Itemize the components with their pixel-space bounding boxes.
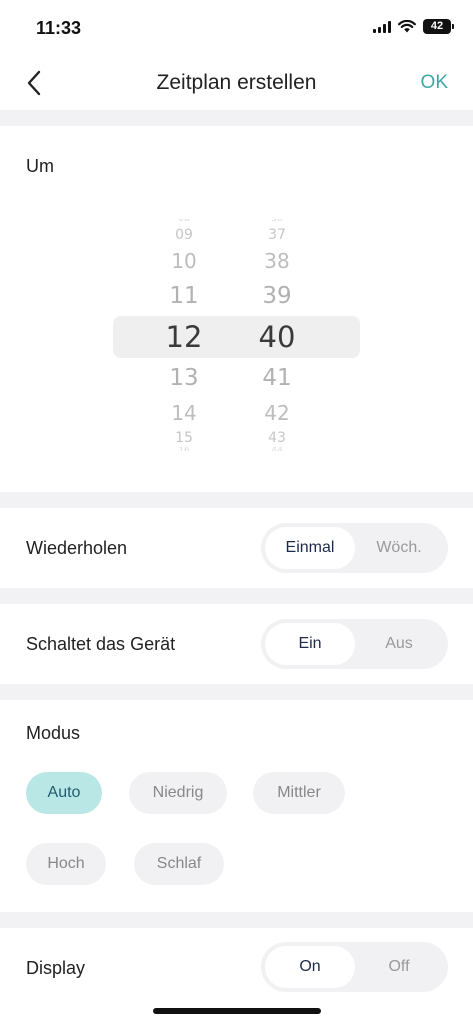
hour-option-16[interactable]: 16	[144, 447, 224, 452]
mode-label: Modus	[26, 723, 81, 743]
status-time: 11:33	[36, 18, 82, 38]
time-label: Um	[26, 156, 54, 176]
minute-option-38[interactable]: 38	[237, 251, 317, 271]
minute-option-36[interactable]: 36	[237, 219, 317, 224]
minute-wheel[interactable]: 36 37 38 39 40 41 42 43 44	[237, 126, 317, 492]
minute-option-40: 40	[258, 322, 296, 352]
hour-option-15[interactable]: 15	[144, 431, 224, 445]
cellular-signal-icon	[373, 20, 391, 33]
hour-option-12: 12	[165, 322, 203, 352]
repeat-toggle[interactable]: Einmal Wöch.	[261, 523, 448, 573]
switch-option-off[interactable]: Aus	[354, 623, 444, 665]
minute-option-43[interactable]: 43	[237, 431, 317, 445]
battery-level: 42	[430, 20, 444, 32]
status-bar: 11:33 42	[0, 0, 473, 58]
mode-chip-low[interactable]: Niedrig	[129, 772, 227, 814]
hour-option-14[interactable]: 14	[144, 403, 224, 423]
mode-card: Modus Auto Niedrig Mittler Hoch Schlaf	[0, 700, 473, 912]
ok-button[interactable]: OK	[421, 72, 448, 94]
repeat-option-weekly[interactable]: Wöch.	[354, 527, 444, 569]
mode-chip-high[interactable]: Hoch	[26, 843, 106, 885]
mode-chip-auto[interactable]: Auto	[26, 772, 102, 814]
status-icons: 42	[373, 19, 454, 34]
switch-device-row: Schaltet das Gerät Ein Aus	[0, 604, 473, 684]
hour-option-08[interactable]: 08	[144, 219, 224, 224]
minute-option-37[interactable]: 37	[237, 228, 317, 242]
hour-option-11[interactable]: 11	[144, 285, 224, 308]
hour-option-10[interactable]: 10	[144, 251, 224, 271]
switch-device-label: Schaltet das Gerät	[26, 634, 176, 654]
switch-device-toggle[interactable]: Ein Aus	[261, 619, 448, 669]
switch-option-on[interactable]: Ein	[265, 623, 355, 665]
hour-option-09[interactable]: 09	[144, 228, 224, 242]
display-label: Display	[26, 958, 86, 978]
display-option-on[interactable]: On	[265, 946, 355, 988]
hour-option-13[interactable]: 13	[144, 367, 224, 390]
page-title: Zeitplan erstellen	[156, 71, 317, 94]
time-picker-card: Um 08 09 10 11 12 13 14 15 16 36 37 38 39 40 41 42 43 44	[0, 126, 473, 492]
minute-option-41[interactable]: 41	[237, 367, 317, 390]
battery-icon: 42	[423, 19, 454, 34]
home-indicator	[153, 1008, 321, 1014]
hour-wheel[interactable]: 08 09 10 11 12 13 14 15 16	[144, 126, 224, 492]
display-option-off[interactable]: Off	[354, 946, 444, 988]
wifi-icon	[398, 20, 416, 33]
mode-chip-medium[interactable]: Mittler	[253, 772, 345, 814]
display-toggle[interactable]: On Off	[261, 942, 448, 992]
repeat-label: Wiederholen	[26, 538, 128, 558]
minute-option-39[interactable]: 39	[237, 285, 317, 308]
repeat-option-once[interactable]: Einmal	[265, 527, 355, 569]
minute-option-44[interactable]: 44	[237, 447, 317, 452]
nav-bar: Zeitplan erstellen OK	[0, 58, 473, 110]
minute-option-42[interactable]: 42	[237, 403, 317, 423]
mode-chip-sleep[interactable]: Schlaf	[134, 843, 224, 885]
repeat-row: Wiederholen Einmal Wöch.	[0, 508, 473, 588]
